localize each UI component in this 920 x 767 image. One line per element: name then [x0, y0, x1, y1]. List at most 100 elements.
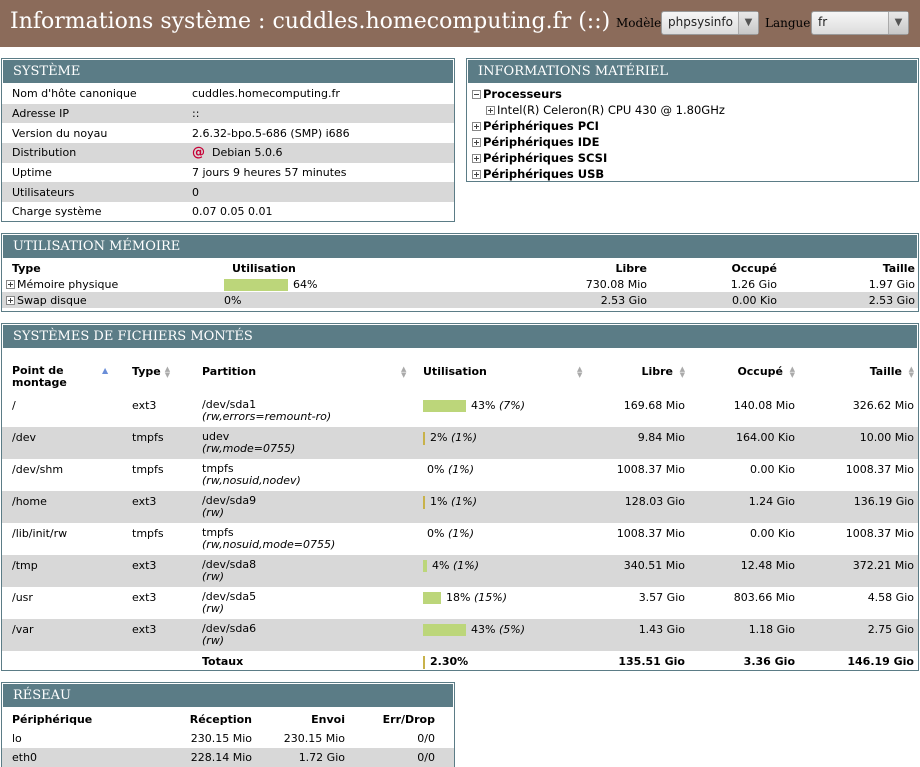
fs-partition-cell: tmpfs (rw,nosuid,nodev) — [192, 459, 413, 491]
system-row-text: :: — [192, 107, 200, 121]
expand-icon[interactable] — [486, 106, 495, 115]
col-err: Err/Drop — [382, 713, 435, 726]
table-row: /lib/init/rw tmpfs tmpfs (rw,nosuid,mode=07… — [2, 523, 918, 555]
totals-pct: 2.30% — [430, 655, 469, 668]
fs-partition-cell: tmpfs (rw,nosuid,mode=0755) — [192, 523, 413, 555]
system-row-label: Uptime — [12, 166, 52, 180]
col-type: Type — [132, 365, 161, 378]
memory-size: 1.97 Gio — [868, 277, 915, 291]
fs-type: tmpfs — [132, 527, 164, 540]
col-used: Occupé — [731, 262, 777, 275]
table-row: /tmp ext3/dev/sda8 (rw) 4% (1%) 340.51 Mio 12… — [2, 555, 918, 587]
col-type: Type — [12, 262, 41, 275]
fs-free: 1008.37 Mio — [616, 463, 685, 476]
tree-item-cpu[interactable]: Intel(R) Celeron(R) CPU 430 @ 1.80GHz — [472, 102, 918, 118]
usage-bar — [423, 400, 466, 412]
top-header: Informations système : cuddles.homecompu… — [0, 0, 920, 47]
net-rx: 230.15 Mio — [190, 732, 252, 745]
memory-type-cell[interactable]: Swap disque — [2, 292, 222, 308]
system-panel-title: SYSTÈME — [2, 59, 454, 83]
col-free: Libre — [615, 262, 647, 275]
fs-usage-cell: 0% (1%) — [413, 459, 585, 491]
fs-type: ext3 — [132, 399, 157, 412]
fs-inode-pct: (15%) — [473, 591, 507, 604]
tree-item-scsi[interactable]: Périphériques SCSI — [472, 150, 918, 166]
system-row: Nom d'hôte canonique cuddles.homecomputin… — [2, 84, 454, 104]
table-row: /dev tmpfs udev (rw,mode=0755) 2% (1%) 9.84 M… — [2, 427, 918, 459]
table-row: / ext3/dev/sda1 (rw,errors=remount-ro) 43% … — [2, 395, 918, 427]
language-label: Langue — [765, 16, 811, 30]
sort-icon: ▲ ▼ — [789, 365, 795, 379]
col-mount: Point de montage — [12, 364, 67, 389]
page-title: Informations système : cuddles.homecompu… — [10, 9, 611, 34]
table-row: /usr ext3/dev/sda5 (rw) 18% (15%) 3.57 Gio 80… — [2, 587, 918, 619]
totals-used: 3.36 Gio — [743, 655, 795, 668]
fs-usage-cell: 43% (5%) — [413, 619, 585, 651]
fs-used: 164.00 Kio — [695, 427, 805, 459]
filesystems-panel: SYSTÈMES DE FICHIERS MONTÉS Point de mon… — [1, 323, 919, 671]
fs-partition-cell: /dev/sda5 (rw) — [192, 587, 413, 619]
system-row-value: 2.6.32-bpo.5-686 (SMP) i686 — [182, 123, 454, 143]
sort-partition[interactable]: Partition ▲ ▼ — [192, 365, 413, 395]
fs-partition-cell: /dev/sda8 (rw) — [192, 555, 413, 587]
col-partition: Partition — [202, 365, 257, 378]
usage-bar — [224, 278, 288, 291]
fs-pct: 18% — [446, 591, 471, 604]
expand-icon[interactable] — [472, 170, 481, 179]
memory-row: Swap disque 0% 2.53 Gio 0.00 Kio 2.53 Gio — [2, 292, 918, 308]
fs-pct: 2% — [430, 431, 448, 444]
sort-mount[interactable]: Point de montage ▲ — [2, 365, 122, 395]
fs-inode-pct: (1%) — [452, 559, 479, 572]
fs-type: ext3 — [122, 491, 192, 523]
sort-type[interactable]: Type ▲ ▼ — [122, 365, 192, 395]
sort-free[interactable]: Libre ▲ ▼ — [585, 365, 695, 395]
tree-item-processors[interactable]: Processeurs — [472, 86, 918, 102]
expand-icon[interactable] — [6, 280, 15, 289]
tree-item-usb[interactable]: Périphériques USB — [472, 166, 918, 182]
fs-options: (rw) — [202, 570, 225, 583]
tree-label-scsi: Périphériques SCSI — [483, 151, 608, 165]
sort-usage[interactable]: Utilisation ▲ ▼ — [413, 365, 585, 395]
chevron-down-icon: ▼ — [888, 12, 908, 34]
memory-usage-cell: 0% — [222, 292, 462, 308]
expand-icon[interactable] — [6, 296, 15, 305]
expand-icon[interactable] — [472, 138, 481, 147]
fs-size: 136.19 Gio — [805, 491, 918, 523]
fs-free: 128.03 Gio — [585, 491, 695, 523]
tree-label-pci: Périphériques PCI — [483, 119, 599, 133]
network-panel-title: RÉSEAU — [2, 683, 454, 707]
fs-usage-cell: 0% (1%) — [413, 523, 585, 555]
tree-item-ide[interactable]: Périphériques IDE — [472, 134, 918, 150]
col-usage: Utilisation — [232, 262, 296, 275]
expand-icon[interactable] — [472, 122, 481, 131]
col-used: Occupé — [737, 365, 783, 378]
fs-partition: /dev/sda8 — [202, 558, 257, 571]
sort-size[interactable]: Taille ▲ ▼ — [805, 365, 918, 395]
sort-used[interactable]: Occupé ▲ ▼ — [695, 365, 805, 395]
system-table: Nom d'hôte canonique cuddles.homecomputin… — [2, 84, 454, 222]
memory-type-cell[interactable]: Mémoire physique — [2, 276, 222, 292]
language-select[interactable]: fr ▼ — [811, 11, 909, 35]
fs-pct: 0% — [427, 463, 445, 476]
system-row-value: @ Debian 5.0.6 — [182, 143, 454, 163]
fs-partition-cell: udev (rw,mode=0755) — [192, 427, 413, 459]
tree-label-usb: Périphériques USB — [483, 167, 605, 181]
tree-item-pci[interactable]: Périphériques PCI — [472, 118, 918, 134]
usage-bar — [423, 655, 425, 669]
sort-icon: ▲ ▼ — [908, 365, 914, 379]
memory-pct: 64% — [293, 277, 318, 291]
network-table: Périphérique Réception Envoi Err/Drop lo… — [2, 710, 454, 767]
tree-label-ide: Périphériques IDE — [483, 135, 600, 149]
expand-icon[interactable] — [472, 154, 481, 163]
usage-bar — [423, 560, 427, 572]
collapse-icon[interactable] — [472, 90, 481, 99]
fs-type: tmpfs — [132, 463, 164, 476]
fs-free: 1.43 Gio — [585, 619, 695, 651]
fs-mount: /dev — [2, 427, 122, 459]
system-row-label: Version du noyau — [12, 126, 108, 140]
model-select[interactable]: phpsysinfo ▼ — [661, 11, 759, 35]
system-row-value: cuddles.homecomputing.fr — [182, 84, 454, 104]
filesystems-panel-title: SYSTÈMES DE FICHIERS MONTÉS — [2, 324, 918, 348]
fs-size: 1008.37 Mio — [845, 527, 914, 540]
system-row-label: Nom d'hôte canonique — [12, 87, 137, 101]
